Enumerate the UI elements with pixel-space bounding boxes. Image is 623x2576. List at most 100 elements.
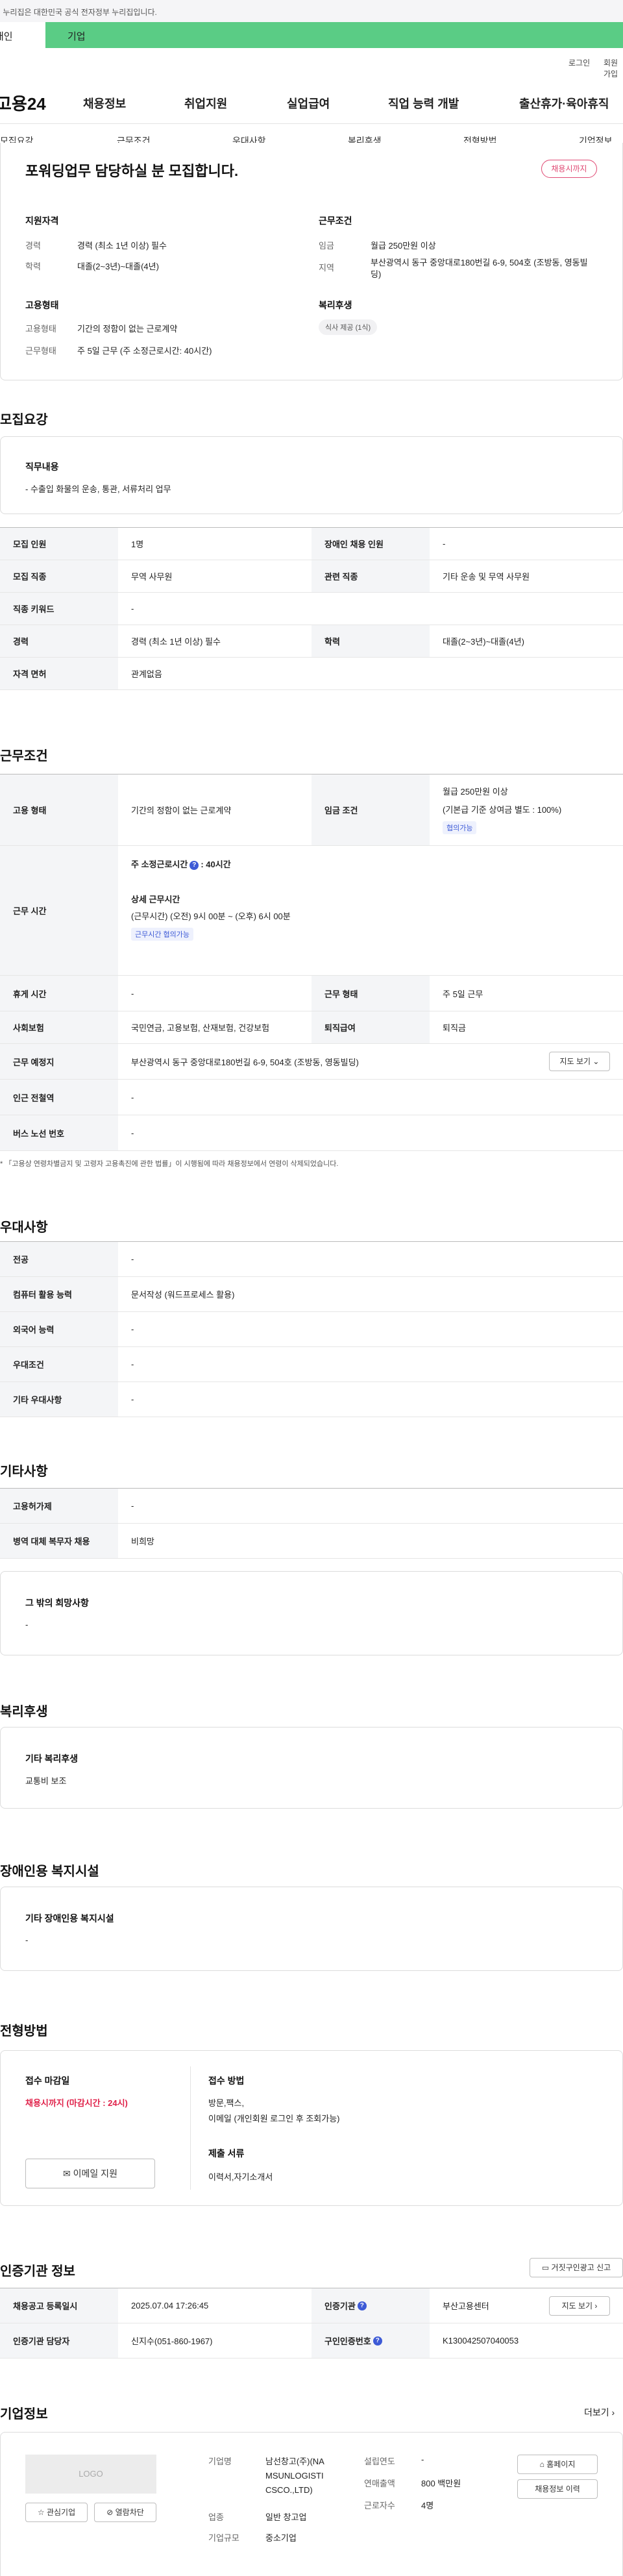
gnb-unemployment-benefit[interactable]: 실업급여 — [287, 95, 330, 112]
pref-section-title: 우대사항 — [0, 1220, 48, 1235]
work-table: 고용 형태 기간의 정함이 없는 근로계약 임금 조건 월급 250만원 이상 … — [0, 774, 623, 1151]
career-label: 경력 — [25, 241, 41, 251]
etc-section-title: 기타사항 — [0, 1465, 48, 1479]
wage-label: 임금 — [319, 241, 334, 251]
map-button[interactable]: 지도 보기 ⌄ — [549, 1052, 610, 1071]
deadline-chip: 채용시까지 — [541, 160, 597, 178]
etc-table: 고용허가제 - 병역 대체 복무자 채용 비희망 — [0, 1489, 623, 1559]
disability-card: 기타 장애인용 복지시설 - — [0, 1887, 623, 1971]
region-label: 지역 — [319, 263, 334, 273]
career-value: 경력 (최소 1년 이상) 필수 — [77, 241, 167, 251]
summary-card: 포워딩업무 담당하실 분 모집합니다. 채용시까지 지원자격 경력 경력 (최소… — [0, 143, 623, 380]
table-row: 모집 인원 1명 장애인 채용 인원 - — [0, 528, 623, 560]
report-fake-ad-button[interactable]: ▭ 거짓구인광고 신고 — [530, 2258, 623, 2277]
login-link[interactable]: 로그인 — [568, 57, 590, 68]
table-row: 컴퓨터 활용 능력 문서작성 (워드프로세스 활용) — [0, 1277, 623, 1312]
welfare-section-title: 복리후생 — [0, 1705, 48, 1719]
question-icon[interactable]: ? — [189, 860, 199, 870]
company-section-title: 기업정보 — [0, 2407, 48, 2421]
job-desc: - 수출입 화물의 운송, 통관, 서류처리 업무 — [25, 484, 171, 494]
homepage-button[interactable]: ⌂ 홈페이지 — [517, 2455, 598, 2474]
block-view-button[interactable]: ⊘ 열람차단 — [94, 2503, 156, 2522]
table-row: 인근 전철역 - — [0, 1080, 623, 1115]
gnb-vocational-training[interactable]: 직업 능력 개발 — [388, 95, 459, 112]
age-notice: * 「고용상 연령차별금지 및 고령자 고용촉진에 관한 법률」이 시행됨에 따… — [0, 1160, 339, 1168]
job-desc-heading: 직무내용 — [25, 462, 59, 472]
company-card: LOGO ☆ 관심기업 ⊘ 열람차단 기업명 남선창고(주)(NA MSUNLOG… — [0, 2432, 623, 2576]
home-icon: ⌂ — [539, 2460, 544, 2469]
block-icon: ⊘ — [106, 2508, 114, 2517]
table-row: 휴게 시간 - 근무 형태 주 5일 근무 — [0, 976, 623, 1011]
table-row: 전공 - — [0, 1242, 623, 1277]
screening-card: 접수 마감일 채용시까지 (마감시간 : 24시) ✉ 이메일 지원 접수 방법… — [0, 2050, 623, 2206]
table-row: 근무 시간 주 소정근로시간?: 40시간 상세 근무시간 (근무시간) (오전… — [0, 846, 623, 976]
chevron-right-icon: › — [611, 2407, 615, 2418]
divider — [190, 2066, 191, 2190]
wage-value: 월급 250만원 이상 — [371, 241, 436, 251]
work-section-title: 근무조건 — [0, 749, 48, 763]
education-value: 대졸(2~3년)~대졸(4년) — [77, 262, 159, 271]
chevron-down-icon: ⌄ — [592, 1057, 600, 1066]
agency-map-button[interactable]: 지도 보기 › — [549, 2296, 610, 2316]
more-link[interactable]: 더보기 › — [584, 2406, 615, 2419]
chevron-right-icon: › — [594, 2301, 598, 2310]
divider — [0, 123, 623, 124]
gnb-employment-support[interactable]: 취업지원 — [184, 95, 227, 112]
site-logo[interactable]: 고용24 — [0, 91, 46, 115]
agency-section-title: 인증기관 정보 — [0, 2264, 75, 2279]
table-row: 자격 면허 관계없음 — [0, 658, 623, 690]
company-logo: LOGO — [25, 2455, 156, 2494]
question-icon[interactable]: ? — [357, 2301, 367, 2310]
favorite-company-button[interactable]: ☆ 관심기업 — [25, 2503, 88, 2522]
table-row: 기타 우대사항 - — [0, 1382, 623, 1417]
company-name: 남선창고(주)(NA MSUNLOGISTI CSCO.,LTD) — [265, 2457, 324, 2495]
tab-company[interactable]: 기업 — [45, 22, 623, 48]
table-row: 외국어 능력 - — [0, 1312, 623, 1347]
gnb-maternity-leave[interactable]: 출산휴가·육아휴직 — [519, 95, 609, 112]
job-title: 포워딩업무 담당하실 분 모집합니다. — [25, 163, 239, 179]
table-row: 우대조건 - — [0, 1347, 623, 1382]
qualification-heading: 지원자격 — [25, 216, 59, 226]
negotiable-chip: 협의가능 — [443, 821, 477, 834]
wtype-label: 근무형태 — [25, 346, 56, 356]
table-row: 직종 키워드 - — [0, 593, 623, 625]
recruit-history-button[interactable]: 채용정보 이력 — [517, 2479, 598, 2499]
signup-link[interactable]: 회원가입 — [604, 57, 623, 79]
table-row: 근무 예정지 부산광역시 동구 중앙대로180번길 6-9, 504호 (조방동… — [0, 1044, 623, 1080]
welfare-heading: 복리후생 — [319, 300, 352, 310]
tab-individual[interactable]: 개인 — [0, 22, 45, 48]
table-row: 경력 경력 (최소 1년 이상) 필수 학력 대졸(2~3년)~대졸(4년) — [0, 625, 623, 658]
table-row: 인증기관 담당자 신지수(051-860-1967) 구인인증번호? K1300… — [0, 2323, 623, 2359]
recruit-section-title: 모집요강 — [0, 413, 48, 427]
education-label: 학력 — [25, 262, 41, 271]
agency-table: 채용공고 등록일시 2025.07.04 17:26:45 인증기관? 부산고용… — [0, 2288, 623, 2359]
gnb-recruit[interactable]: 채용정보 — [83, 95, 126, 112]
screening-section-title: 전형방법 — [0, 2024, 48, 2038]
star-icon: ☆ — [37, 2508, 45, 2517]
portal-tabs: 개인 기업 — [0, 22, 623, 48]
conditions-heading: 근무조건 — [319, 216, 352, 226]
question-icon[interactable]: ? — [373, 2336, 382, 2346]
welfare-badge: 식사 제공 (1식) — [319, 319, 378, 335]
table-row: 버스 노선 번호 - — [0, 1115, 623, 1151]
etype-label: 고용형태 — [25, 324, 56, 334]
table-row: 고용허가제 - — [0, 1489, 623, 1524]
document-icon: ▭ — [541, 2263, 550, 2272]
mail-icon: ✉ — [63, 2168, 71, 2179]
hope-card: 그 밖의 희망사항 - — [0, 1571, 623, 1655]
deadline-value: 채용시까지 (마감시간 : 24시) — [25, 2098, 128, 2108]
table-row: 고용 형태 기간의 정함이 없는 근로계약 임금 조건 월급 250만원 이상 … — [0, 774, 623, 846]
pref-table: 전공 - 컴퓨터 활용 능력 문서작성 (워드프로세스 활용) 외국어 능력 -… — [0, 1242, 623, 1417]
region-value: 부산광역시 동구 중앙대로180번길 6-9, 504호 (조방동, 영동빌딩) — [371, 258, 588, 279]
table-row: 병역 대체 복무자 채용 비희망 — [0, 1524, 623, 1559]
hours-negotiable-chip: 근무시간 협의가능 — [131, 928, 194, 941]
employment-heading: 고용형태 — [25, 300, 59, 310]
job-desc-card: 직무내용 - 수출입 화물의 운송, 통관, 서류처리 업무 — [0, 436, 623, 514]
recruit-table: 모집 인원 1명 장애인 채용 인원 - 모집 직종 무역 사무원 관련 직종 … — [0, 528, 623, 723]
email-apply-button[interactable]: ✉ 이메일 지원 — [25, 2159, 155, 2188]
disability-section-title: 장애인용 복지시설 — [0, 1864, 99, 1879]
gov-banner: 이 누리집은 대한민국 공식 전자정부 누리집입니다. — [0, 0, 623, 22]
etype-value: 기간의 정함이 없는 근로계약 — [77, 324, 178, 334]
table-row: 모집 직종 무역 사무원 관련 직종 기타 운송 및 무역 사무원 — [0, 560, 623, 593]
table-row: 사회보험 국민연금, 고용보험, 산재보험, 건강보험 퇴직급여 퇴직금 — [0, 1011, 623, 1044]
